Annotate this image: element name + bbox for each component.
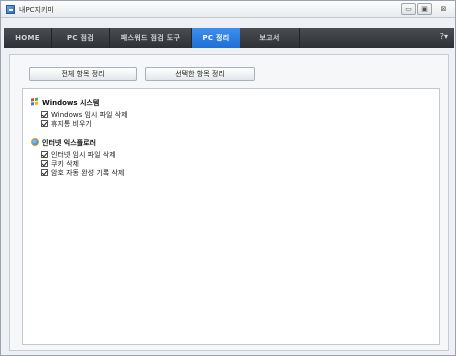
check-item-label: 쿠키 삭제: [51, 160, 79, 168]
check-item-label: 인터넷 임시 파일 삭제: [51, 151, 116, 159]
check-item[interactable]: 휴지통 비우기: [41, 119, 92, 128]
main-nav: HOME PC 점검 패스워드 점검 도구 PC 정리 보고서 ?▾: [4, 28, 454, 48]
check-item-label: 휴지통 비우기: [51, 120, 92, 128]
close-button[interactable]: ⊠: [436, 3, 451, 15]
tab-home[interactable]: HOME: [4, 28, 52, 48]
internet-explorer-icon: [31, 138, 39, 146]
cleanup-panel: 전체 항목 정리 선택한 항목 정리 Windows 시스템 Windows 임…: [9, 54, 449, 351]
windows-logo-icon: [31, 97, 39, 107]
help-icon[interactable]: ?▾: [440, 32, 448, 41]
group-title: Windows 시스템: [42, 99, 100, 107]
check-item[interactable]: Windows 임시 파일 삭제: [41, 110, 128, 119]
tab-password-check[interactable]: 패스워드 점검 도구: [110, 28, 192, 48]
check-item-label: Windows 임시 파일 삭제: [51, 111, 128, 119]
check-item-label: 암호 자동 완성 기록 삭제: [51, 169, 125, 177]
check-item[interactable]: 쿠키 삭제: [41, 159, 79, 168]
group-internet-explorer[interactable]: 인터넷 익스플로러: [31, 138, 96, 148]
app-window: 내PC지키미 ▭ ▣ ⊠ HOME PC 점검 패스워드 점검 도구 PC 정리…: [0, 0, 456, 356]
checkbox-checked[interactable]: [41, 151, 48, 158]
checkbox-checked[interactable]: [41, 111, 48, 118]
maximize-button[interactable]: ▣: [417, 3, 432, 15]
title-bar[interactable]: 내PC지키미 ▭ ▣ ⊠: [1, 1, 455, 18]
clean-all-button[interactable]: 전체 항목 정리: [29, 67, 137, 81]
minimize-button[interactable]: ▭: [401, 3, 416, 15]
checkbox-checked[interactable]: [41, 160, 48, 167]
tab-report[interactable]: 보고서: [240, 28, 300, 48]
check-item[interactable]: 암호 자동 완성 기록 삭제: [41, 168, 124, 177]
checkbox-checked[interactable]: [41, 120, 48, 127]
app-icon: [6, 5, 15, 14]
tab-pc-cleanup[interactable]: PC 정리: [192, 28, 240, 48]
cleanup-item-list: Windows 시스템 Windows 임시 파일 삭제 휴지통 비우기 인터넷…: [22, 88, 440, 345]
clean-selected-button[interactable]: 선택한 항목 정리: [145, 67, 255, 81]
checkbox-checked[interactable]: [41, 169, 48, 176]
window-title: 내PC지키미: [19, 6, 54, 14]
check-item[interactable]: 인터넷 임시 파일 삭제: [41, 150, 116, 159]
group-title: 인터넷 익스플로러: [42, 139, 96, 147]
group-windows-system[interactable]: Windows 시스템: [31, 97, 100, 108]
tab-pc-check[interactable]: PC 점검: [52, 28, 110, 48]
